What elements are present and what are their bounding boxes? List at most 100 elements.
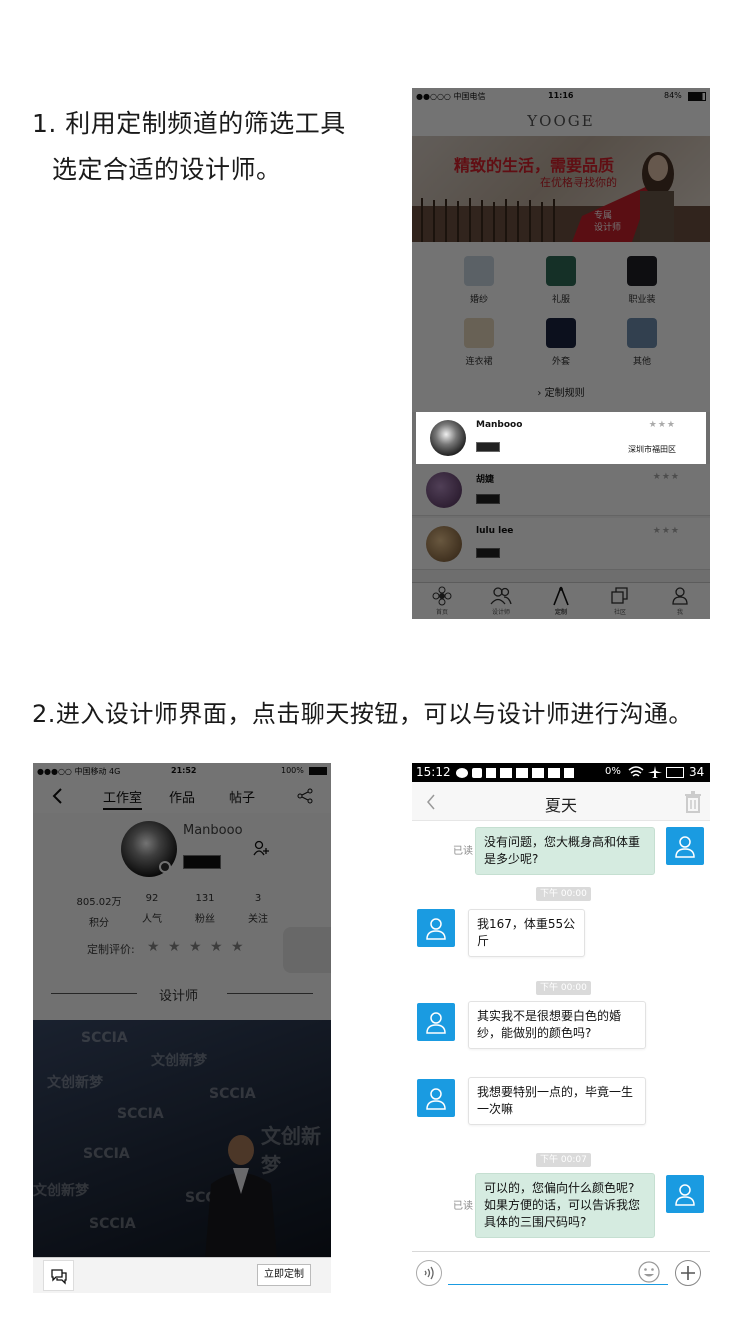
chat-button[interactable] [43, 1260, 74, 1291]
compass-icon [553, 586, 569, 606]
signal-text: 0% [605, 766, 621, 777]
flower-icon [432, 586, 452, 606]
coat-icon [546, 318, 576, 348]
tab-label: 社区 [613, 609, 626, 616]
designer-row-2[interactable]: 胡婕 ★★★ [412, 464, 710, 516]
stat-label: 人气 [142, 914, 162, 925]
level-badge [183, 855, 221, 869]
battery-icon [688, 92, 706, 101]
stat-value: 3 [254, 893, 262, 904]
step1-line1: 1. 利用定制频道的筛选工具 [32, 109, 346, 138]
designer-photo: SCCIA 文创新梦 文创新梦 SCCIA SCCIA 文创新梦 SCCIA 文… [33, 1020, 331, 1257]
tab-studio[interactable]: 工作室 [103, 787, 143, 810]
status-bar: ●●○○○ 中国电信 11:16 84% [412, 88, 710, 106]
section-title: 设计师 [159, 989, 199, 1004]
promo-banner[interactable]: 精致的生活，需要品质 在优格寻找你的 专属 设计师 [412, 136, 710, 242]
stat-following: 3 关注 [228, 893, 288, 925]
custom-rules-link[interactable]: › 定制规则 [412, 384, 710, 399]
carrier-text: ●●○○○ 中国电信 [416, 92, 486, 101]
avatar [426, 526, 462, 562]
watermark-text: SCCIA [89, 1216, 136, 1232]
person-figure [205, 1135, 277, 1257]
floating-chat-handle[interactable] [283, 927, 331, 973]
profile-name: Manbooo [183, 823, 243, 838]
tab-label: 设计师 [491, 609, 510, 616]
read-receipt: 已读 [453, 846, 473, 857]
chat-bubbles-icon [50, 1269, 67, 1285]
tab-designers[interactable]: 设计师 [471, 586, 531, 616]
order-now-button[interactable]: 立即定制 [257, 1264, 311, 1286]
category-other[interactable]: 其他 [602, 318, 682, 367]
level-badge [476, 442, 500, 452]
stat-label: 关注 [248, 914, 268, 925]
category-suit[interactable]: 职业装 [602, 256, 682, 305]
gown-icon [546, 256, 576, 286]
trash-icon[interactable] [683, 791, 703, 813]
person-icon [675, 836, 695, 858]
contact-avatar [417, 1079, 455, 1117]
stat-value: 805.02万 [76, 897, 122, 908]
share-icon[interactable] [297, 788, 313, 804]
level-badge [476, 494, 500, 504]
phone-screenshot-designer-list: ●●○○○ 中国电信 11:16 84% YOOGE 精致的生活，需要品质 在优… [412, 88, 710, 619]
contact-avatar [417, 1003, 455, 1041]
tab-community[interactable]: 社区 [590, 586, 650, 616]
chat-input-bar [412, 1251, 710, 1293]
tab-works[interactable]: 作品 [169, 787, 195, 806]
status-bar: ●●●○○ 中国移动 4G 21:52 100% [33, 763, 331, 779]
bottom-tab-bar: 首页 设计师 定制 社区 我 [412, 582, 710, 619]
category-coat[interactable]: 外套 [521, 318, 601, 367]
tab-posts[interactable]: 帖子 [229, 787, 255, 806]
designer-name: lulu lee [476, 526, 514, 536]
battery-number: 34 [689, 765, 705, 779]
read-receipt: 已读 [453, 1201, 473, 1212]
watermark-text: 文创新梦 [47, 1075, 103, 1091]
tab-custom[interactable]: 定制 [531, 586, 591, 616]
banner-tag2: 设计师 [594, 223, 622, 233]
designer-row-3[interactable]: lulu lee ★★★ [412, 518, 710, 570]
stat-points: 805.02万 积分 [69, 893, 129, 929]
add-button[interactable] [675, 1260, 701, 1286]
category-label: 婚纱 [469, 295, 488, 305]
person-icon [426, 918, 446, 940]
tab-label: 定制 [554, 609, 567, 616]
category-dress[interactable]: 连衣裙 [439, 318, 519, 367]
tab-label: 我 [676, 609, 683, 616]
category-wedding[interactable]: 婚纱 [439, 256, 519, 305]
level-badge [476, 548, 500, 558]
status-bar: 15:12 0% 34 [412, 763, 710, 782]
stat-fans: 131 粉丝 [175, 893, 235, 925]
message-bubble: 可以的，您偏向什么颜色呢?如果方便的话，可以告诉我您具体的三围尺码吗? [475, 1173, 655, 1238]
message-input[interactable] [448, 1284, 668, 1285]
divider [51, 993, 137, 994]
message-bubble: 我想要特别一点的，毕竟一生一次嘛 [468, 1077, 646, 1125]
chevron-right-icon: › [537, 388, 545, 399]
user-avatar [666, 827, 704, 865]
category-gown[interactable]: 礼服 [521, 256, 601, 305]
voice-button[interactable] [416, 1260, 442, 1286]
designer-location: 深圳市福田区 [628, 445, 676, 454]
phone-screenshot-chat: 15:12 0% 34 夏天 没有问题，您大概身高和体重是多少呢? 已读 下午 … [412, 763, 710, 1293]
people-icon [490, 587, 512, 605]
tab-me[interactable]: 我 [650, 586, 710, 616]
emoji-icon[interactable] [638, 1261, 660, 1283]
designer-row-highlighted[interactable]: Manbooo ★★★ 深圳市福田区 [416, 412, 706, 464]
follow-user-icon[interactable] [253, 840, 269, 856]
stat-label: 积分 [89, 918, 109, 929]
watermark-text: 文创新梦 [33, 1183, 89, 1199]
tab-label: 首页 [435, 609, 448, 616]
avatar [430, 420, 466, 456]
watermark-text: SCCIA [81, 1030, 128, 1046]
profile-nav-bar: 工作室 作品 帖子 [33, 779, 331, 813]
avatar [426, 472, 462, 508]
tab-home[interactable]: 首页 [412, 586, 472, 616]
timestamp: 下午 00:07 [536, 1153, 591, 1167]
custom-rules-label: 定制规则 [544, 388, 585, 399]
watermark-text: SCCIA [209, 1086, 256, 1102]
rating-label: 定制评价: [87, 943, 135, 956]
dress-icon [464, 318, 494, 348]
stat-value: 92 [145, 893, 159, 904]
phone-screenshot-designer-profile: ●●●○○ 中国移动 4G 21:52 100% 工作室 作品 帖子 Manbo… [33, 763, 331, 1293]
stat-popularity: 92 人气 [122, 893, 182, 925]
back-arrow-icon[interactable] [51, 788, 63, 804]
